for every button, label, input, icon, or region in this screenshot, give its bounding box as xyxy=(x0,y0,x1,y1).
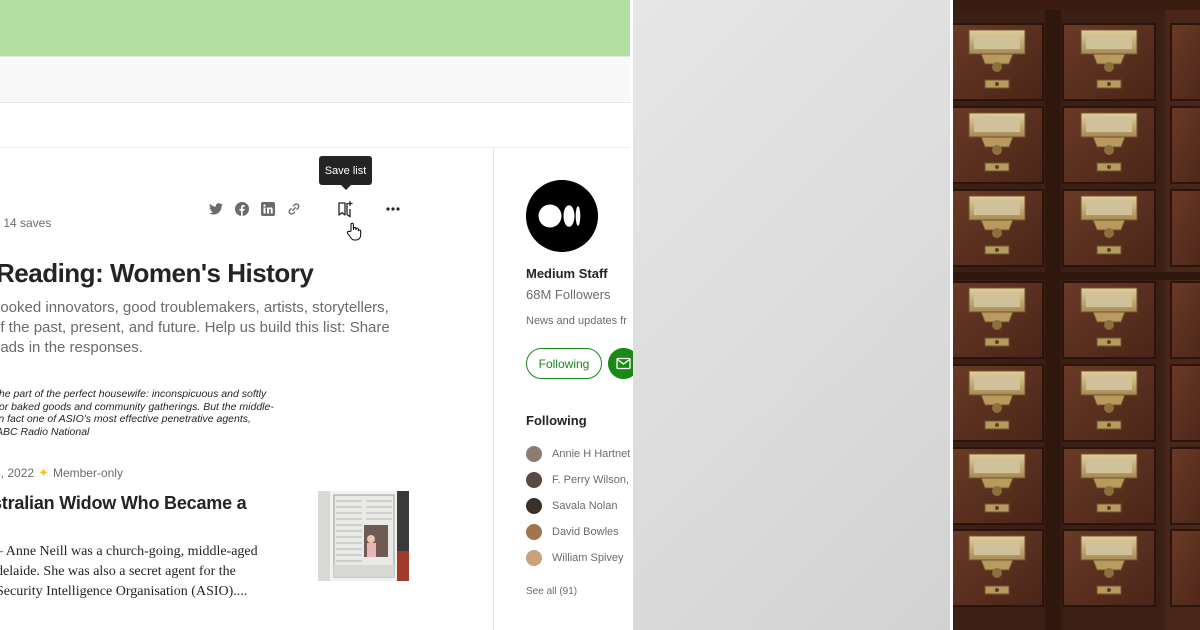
link-icon[interactable] xyxy=(287,202,301,216)
post-thumbnail-image[interactable] xyxy=(318,491,409,581)
following-item[interactable]: David Bowles xyxy=(526,523,630,541)
excerpt-line: delaide. She was also a secret agent for… xyxy=(0,564,236,579)
author-followers[interactable]: 68M Followers xyxy=(526,287,611,302)
description-line: eads in the responses. xyxy=(0,339,143,356)
post-meta: 5, 2022 ✦ Member-only xyxy=(0,465,123,481)
following-item[interactable]: William Spivey xyxy=(526,549,630,567)
following-name: Annie H Hartnett xyxy=(552,448,630,460)
post-excerpt[interactable]: – Anne Neill was a church-going, middle-… xyxy=(0,542,258,602)
post-title[interactable]: stralian Widow Who Became a xyxy=(0,493,247,514)
description-line: of the past, present, and future. Help u… xyxy=(0,319,390,336)
avatar xyxy=(526,498,542,514)
excerpt-line: – Anne Neill was a church-going, middle-… xyxy=(0,544,258,559)
quote-line: for baked goods and community gatherings… xyxy=(0,400,274,413)
list-description: rlooked innovators, good troublemakers, … xyxy=(0,298,402,358)
top-navigation-bar xyxy=(0,56,630,103)
post-quote: the part of the perfect housewife: incon… xyxy=(0,388,296,438)
following-item[interactable]: Annie H Hartnett xyxy=(526,445,630,463)
avatar xyxy=(526,550,542,566)
member-star-icon: ✦ xyxy=(38,465,49,480)
divider xyxy=(0,147,630,148)
excerpt-line: Security Intelligence Organisation (ASIO… xyxy=(0,584,248,599)
following-name: William Spivey xyxy=(552,552,624,564)
more-options-icon[interactable] xyxy=(386,206,400,212)
following-name: Savala Nolan xyxy=(552,500,618,512)
member-only-label: Member-only xyxy=(52,466,123,480)
avatar xyxy=(526,472,542,488)
post-date: 5, 2022 xyxy=(0,466,35,480)
save-list-icon[interactable] xyxy=(336,200,354,218)
saves-count: · 14 saves xyxy=(0,216,51,230)
see-all-following-link[interactable]: See all (91) xyxy=(526,586,577,597)
top-banner xyxy=(0,0,630,56)
facebook-icon[interactable] xyxy=(235,202,249,216)
medium-list-screenshot: · 14 saves Save list Reading: Women's Hi… xyxy=(0,0,633,630)
tooltip-text: Save list xyxy=(324,164,367,177)
avatar xyxy=(526,446,542,462)
author-name[interactable]: Medium Staff xyxy=(526,266,608,281)
twitter-icon[interactable] xyxy=(209,203,223,215)
list-title: Reading: Women's History xyxy=(0,258,314,288)
linkedin-icon[interactable] xyxy=(261,202,275,216)
quote-line: in fact one of ASIO's most effective pen… xyxy=(0,413,251,425)
quote-line: ABC Radio National xyxy=(0,425,90,438)
column-divider xyxy=(493,148,494,630)
author-bio: News and updates fr xyxy=(526,315,627,327)
save-list-tooltip: Save list xyxy=(319,156,372,190)
card-catalog-photo xyxy=(953,0,1200,630)
saves-text: · 14 saves xyxy=(0,216,52,230)
following-item[interactable]: Savala Nolan xyxy=(526,497,630,515)
following-name: F. Perry Wilson, M xyxy=(552,474,630,486)
subscribe-mail-button[interactable] xyxy=(608,348,633,379)
avatar xyxy=(526,524,542,540)
author-avatar[interactable] xyxy=(526,180,598,252)
description-line: rlooked innovators, good troublemakers, … xyxy=(0,299,389,316)
following-item[interactable]: F. Perry Wilson, M xyxy=(526,471,630,489)
following-button[interactable]: Following xyxy=(526,348,602,379)
hand-cursor-icon xyxy=(346,222,362,241)
quote-line: the part of the perfect housewife: incon… xyxy=(0,388,267,400)
following-heading: Following xyxy=(526,413,587,428)
following-name: David Bowles xyxy=(552,526,619,538)
blank-wall-photo xyxy=(633,0,950,630)
